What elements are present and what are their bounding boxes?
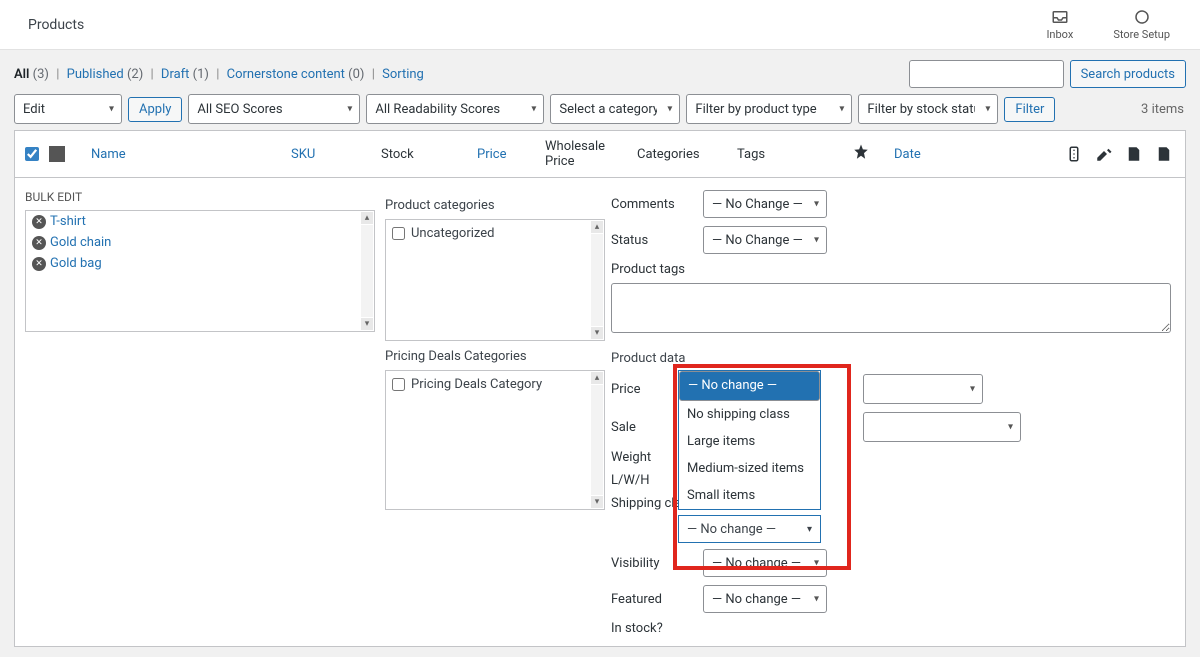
pdc-list[interactable]: ▴▾ Pricing Deals Category bbox=[385, 370, 605, 510]
remove-icon[interactable]: ✕ bbox=[32, 236, 46, 250]
col-wholesale: Wholesale Price bbox=[545, 139, 637, 169]
search-button[interactable]: Search products bbox=[1070, 60, 1186, 88]
col-tags: Tags bbox=[737, 147, 852, 162]
category-checkbox[interactable] bbox=[392, 227, 405, 240]
status-select[interactable]: — No Change — bbox=[703, 226, 827, 254]
bulk-action-select[interactable]: Edit bbox=[14, 94, 122, 124]
image-column-icon bbox=[49, 146, 65, 162]
comments-label: Comments bbox=[611, 197, 703, 212]
action-icon-3[interactable] bbox=[1125, 145, 1143, 163]
col-featured bbox=[852, 143, 894, 165]
list-item[interactable]: ✕Gold chain bbox=[26, 232, 374, 253]
col-name[interactable]: Name bbox=[91, 147, 291, 162]
product-tags-label: Product tags bbox=[611, 262, 703, 277]
star-icon bbox=[852, 143, 870, 161]
status-links: All (3) | Published (2) | Draft (1) | Co… bbox=[14, 67, 424, 82]
product-type-filter[interactable]: Filter by product type bbox=[686, 94, 852, 124]
action-icon-1[interactable] bbox=[1065, 145, 1083, 163]
product-categories-list[interactable]: ▴▾ Uncategorized bbox=[385, 219, 605, 341]
filter-published[interactable]: Published bbox=[67, 67, 124, 82]
list-item[interactable]: ✕Gold bag bbox=[26, 253, 374, 274]
stock-filter[interactable]: Filter by stock status bbox=[858, 94, 998, 124]
product-tags-input[interactable] bbox=[611, 283, 1171, 333]
col-date[interactable]: Date bbox=[894, 147, 1024, 162]
product-categories-label: Product categories bbox=[385, 198, 605, 213]
bulk-items-list[interactable]: ▴▾ ✕T-shirt ✕Gold chain ✕Gold bag bbox=[25, 210, 375, 332]
apply-button[interactable]: Apply bbox=[128, 97, 182, 122]
circle-icon bbox=[1133, 8, 1151, 26]
visibility-select[interactable]: — No change — bbox=[703, 549, 827, 577]
filter-cornerstone[interactable]: Cornerstone content bbox=[227, 67, 345, 82]
shipping-class-select[interactable]: — No change — bbox=[678, 515, 821, 543]
list-item[interactable]: ✕T-shirt bbox=[26, 211, 374, 232]
action-icon-4[interactable] bbox=[1155, 145, 1173, 163]
visibility-label: Visibility bbox=[611, 556, 703, 571]
bulk-edit-title: BULK EDIT bbox=[25, 190, 375, 204]
sale-select[interactable] bbox=[863, 412, 1021, 442]
remove-icon[interactable]: ✕ bbox=[32, 215, 46, 229]
price-select[interactable] bbox=[863, 374, 983, 404]
readability-filter[interactable]: All Readability Scores bbox=[366, 94, 544, 124]
filter-button[interactable]: Filter bbox=[1004, 97, 1055, 122]
items-count: 3 items bbox=[1141, 102, 1186, 117]
col-categories: Categories bbox=[637, 147, 737, 162]
inbox-button[interactable]: Inbox bbox=[1046, 8, 1073, 41]
pdc-label: Pricing Deals Categories bbox=[385, 349, 605, 364]
filter-draft[interactable]: Draft bbox=[161, 67, 190, 82]
filter-sorting[interactable]: Sorting bbox=[382, 67, 424, 82]
dropdown-option[interactable]: — No change — bbox=[679, 371, 820, 401]
remove-icon[interactable]: ✕ bbox=[32, 257, 46, 271]
seo-filter[interactable]: All SEO Scores bbox=[188, 94, 360, 124]
featured-select[interactable]: — No change — bbox=[703, 585, 827, 613]
col-sku[interactable]: SKU bbox=[291, 147, 381, 162]
inbox-icon bbox=[1051, 8, 1069, 26]
action-icon-2[interactable] bbox=[1095, 145, 1113, 163]
shipping-class-dropdown[interactable]: — No change — No shipping class Large it… bbox=[678, 370, 821, 510]
select-all-checkbox[interactable] bbox=[25, 147, 39, 161]
featured-label: Featured bbox=[611, 592, 703, 607]
col-price[interactable]: Price bbox=[477, 147, 545, 162]
dropdown-option[interactable]: Large items bbox=[679, 428, 820, 455]
dropdown-option[interactable]: Small items bbox=[679, 482, 820, 509]
dropdown-option[interactable]: Medium-sized items bbox=[679, 455, 820, 482]
search-input[interactable] bbox=[909, 60, 1064, 88]
filter-all[interactable]: All bbox=[14, 67, 29, 82]
status-label: Status bbox=[611, 233, 703, 248]
dropdown-option[interactable]: No shipping class bbox=[679, 401, 820, 428]
category-filter[interactable]: Select a category bbox=[550, 94, 680, 124]
product-data-label: Product data bbox=[611, 351, 1175, 366]
page-title: Products bbox=[28, 17, 84, 33]
instock-label: In stock? bbox=[611, 621, 703, 636]
comments-select[interactable]: — No Change — bbox=[703, 190, 827, 218]
col-stock: Stock bbox=[381, 147, 477, 162]
pdc-checkbox[interactable] bbox=[392, 378, 405, 391]
store-setup-button[interactable]: Store Setup bbox=[1113, 8, 1170, 41]
